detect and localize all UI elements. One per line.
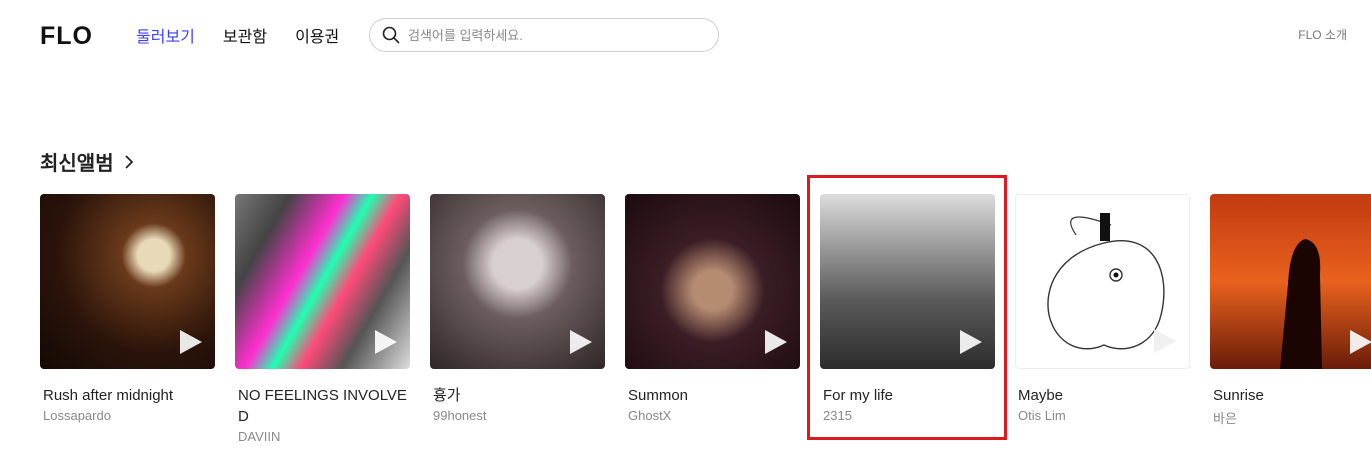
album-cover[interactable] (40, 194, 215, 369)
album-card[interactable]: Rush after midnight Lossapardo (40, 194, 215, 444)
nav-browse[interactable]: 둘러보기 (136, 23, 195, 47)
album-cover[interactable] (430, 194, 605, 369)
album-artist[interactable]: 2315 (823, 408, 995, 423)
flo-intro-link[interactable]: FLO 소개 (1298, 26, 1347, 43)
flo-logo[interactable]: FLO (40, 22, 98, 48)
section-title-text: 최신앨범 (40, 153, 114, 175)
couple-silhouette (1280, 239, 1322, 369)
play-icon[interactable] (764, 329, 788, 355)
album-card[interactable]: Sunrise 바은 (1210, 194, 1371, 444)
play-icon[interactable] (374, 329, 398, 355)
svg-text:FLO: FLO (40, 22, 93, 48)
search-icon[interactable] (382, 26, 400, 44)
nav-library[interactable]: 보관함 (223, 23, 267, 47)
album-card[interactable]: NO FEELINGS INVOLVED DAVIIN (235, 194, 410, 444)
search-input[interactable] (408, 27, 698, 43)
album-artist[interactable]: DAVIIN (238, 429, 410, 444)
play-icon[interactable] (959, 329, 983, 355)
album-artist[interactable]: 바은 (1213, 408, 1371, 427)
album-cover[interactable] (235, 194, 410, 369)
section-title[interactable]: 최신앨범 (40, 147, 134, 176)
album-artist[interactable]: GhostX (628, 408, 800, 423)
search-box[interactable] (369, 18, 719, 52)
album-artist[interactable]: Otis Lim (1018, 408, 1190, 423)
main-nav: 둘러보기 보관함 이용권 (136, 23, 339, 47)
album-artist[interactable]: Lossapardo (43, 408, 215, 423)
play-icon[interactable] (1349, 329, 1371, 355)
chevron-right-icon (124, 154, 133, 169)
album-card[interactable]: 흉가 99honest (430, 194, 605, 444)
album-card[interactable]: Maybe Otis Lim (1015, 194, 1190, 444)
play-icon[interactable] (569, 329, 593, 355)
album-artist[interactable]: 99honest (433, 408, 605, 423)
album-title[interactable]: 흉가 (433, 385, 605, 406)
header: FLO 둘러보기 보관함 이용권 FLO 소개 (0, 0, 1371, 70)
nav-voucher[interactable]: 이용권 (295, 23, 339, 47)
play-icon[interactable] (179, 329, 203, 355)
album-cover[interactable] (625, 194, 800, 369)
album-title[interactable]: Rush after midnight (43, 385, 215, 406)
play-icon[interactable] (1153, 328, 1177, 354)
album-card[interactable]: For my life 2315 (820, 194, 995, 444)
album-title[interactable]: NO FEELINGS INVOLVED (238, 385, 410, 427)
album-list: Rush after midnight Lossapardo NO FEELIN… (40, 194, 1371, 444)
album-title[interactable]: Summon (628, 385, 800, 406)
album-title[interactable]: Maybe (1018, 385, 1190, 406)
album-cover[interactable] (1210, 194, 1371, 369)
album-cover[interactable] (820, 194, 995, 369)
album-title[interactable]: Sunrise (1213, 385, 1371, 406)
album-title[interactable]: For my life (823, 385, 995, 406)
album-cover[interactable] (1015, 194, 1190, 369)
album-card[interactable]: Summon GhostX (625, 194, 800, 444)
